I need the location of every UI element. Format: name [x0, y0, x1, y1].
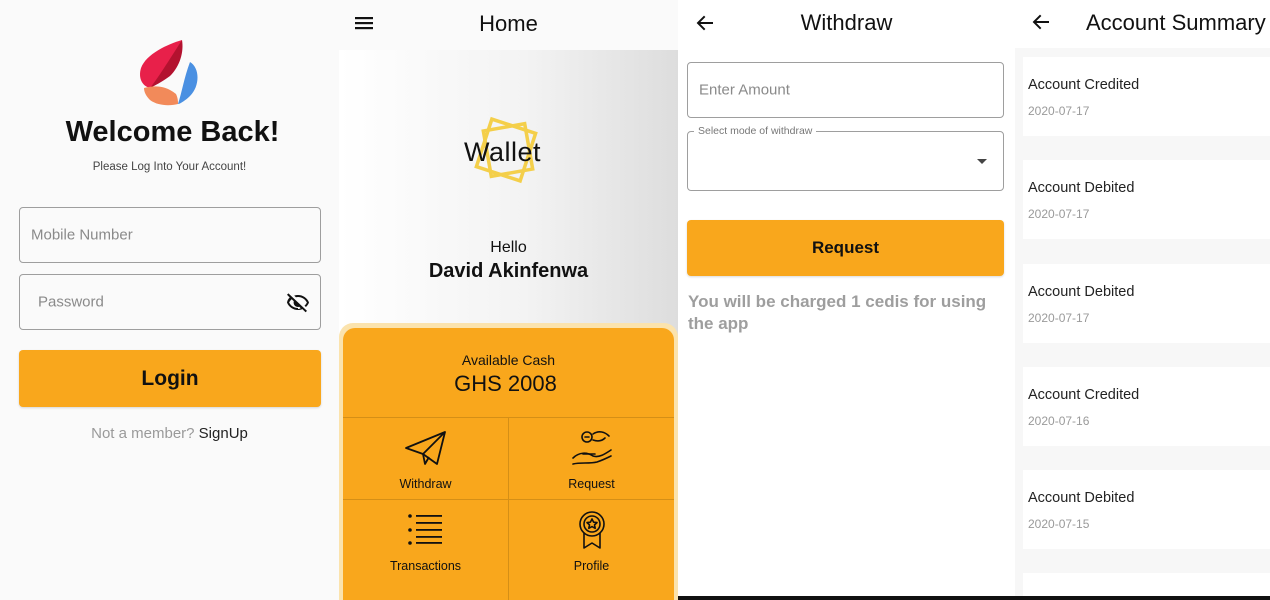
list-item[interactable] [1023, 573, 1270, 596]
page-title: Account Summary [1086, 10, 1266, 35]
withdraw-screen: Withdraw Enter Amount Select mode of wit… [678, 0, 1015, 600]
visibility-off-icon[interactable] [286, 291, 310, 315]
charge-notice: You will be charged 1 cedis for using th… [688, 292, 987, 333]
wallet-logo-text: Wallet [464, 137, 542, 167]
entry-date: 2020-07-17 [1028, 311, 1090, 325]
login-subtitle: Please Log Into Your Account! [92, 161, 247, 173]
profile-tile[interactable]: Profile [509, 502, 674, 582]
page-title: Withdraw [800, 10, 893, 35]
transactions-tile[interactable]: Transactions [343, 502, 508, 582]
list-item[interactable]: Account Debited 2020-07-17 [1023, 160, 1270, 239]
signup-link[interactable]: SignUp [199, 425, 248, 442]
dropdown-caret-icon[interactable] [977, 159, 987, 164]
paper-plane-icon [404, 431, 446, 465]
profile-label: Profile [573, 559, 610, 573]
entry-date: 2020-07-17 [1028, 104, 1090, 118]
page-title: Home [479, 11, 538, 36]
request-tile[interactable]: Request [509, 420, 674, 500]
withdraw-mode-select[interactable]: Select mode of withdraw [687, 125, 1004, 191]
entry-title: Account Debited [1028, 284, 1135, 300]
not-member-text: Not a member? [91, 425, 195, 442]
request-label: Request [568, 477, 615, 491]
amount-input[interactable]: Enter Amount [687, 62, 1004, 118]
home-screen: Wallet Hello David Akinfenwa Home Availa… [339, 0, 678, 600]
app-logo-icon [140, 40, 198, 106]
account-summary-screen: Account Summary Account Credited 2020-07… [1015, 0, 1270, 600]
amount-placeholder: Enter Amount [699, 81, 790, 99]
summary-app-bar: Account Summary [1015, 0, 1270, 48]
mobile-number-placeholder: Mobile Number [31, 226, 133, 244]
withdraw-mode-label: Select mode of withdraw [694, 125, 817, 137]
mobile-number-field[interactable]: Mobile Number [19, 207, 321, 263]
withdraw-label: Withdraw [399, 477, 452, 491]
entry-date: 2020-07-17 [1028, 207, 1090, 221]
password-placeholder: Password [38, 293, 104, 311]
home-hero: Wallet Hello David Akinfenwa [339, 50, 678, 340]
withdraw-tile[interactable]: Withdraw [343, 420, 508, 500]
entry-title: Account Debited [1028, 180, 1135, 196]
list-item[interactable]: Account Credited 2020-07-16 [1023, 367, 1270, 446]
back-arrow-icon[interactable] [1032, 13, 1050, 31]
entry-title: Account Credited [1028, 387, 1140, 403]
entry-title: Account Credited [1028, 77, 1140, 93]
wallet-card: Available Cash GHS 2008 Withdraw Request… [343, 328, 674, 600]
login-screen: Welcome Back! Please Log Into Your Accou… [0, 0, 339, 600]
transactions-label: Transactions [389, 559, 462, 573]
bottom-bar [1015, 596, 1270, 600]
bottom-bar [678, 596, 1015, 600]
login-button[interactable]: Login [19, 350, 321, 407]
award-badge-icon [578, 511, 605, 549]
signup-row: Not a member? SignUp [0, 425, 339, 442]
user-name: David Akinfenwa [428, 260, 589, 282]
greeting-text: Hello [490, 239, 527, 256]
list-item[interactable]: Account Debited 2020-07-15 [1023, 470, 1270, 549]
request-button[interactable]: Request [687, 220, 1004, 276]
home-app-bar: Home [339, 0, 678, 50]
password-field[interactable]: Password [19, 274, 321, 330]
list-item[interactable]: Account Credited 2020-07-17 [1023, 57, 1270, 136]
entry-date: 2020-07-16 [1028, 414, 1090, 428]
entry-title: Account Debited [1028, 490, 1135, 506]
entry-date: 2020-07-15 [1028, 517, 1090, 531]
available-cash-label: Available Cash [461, 352, 556, 368]
hand-coin-icon [571, 431, 612, 465]
list-item[interactable]: Account Debited 2020-07-17 [1023, 264, 1270, 343]
available-cash-value: GHS 2008 [454, 371, 557, 396]
welcome-heading: Welcome Back! [65, 116, 280, 148]
list-icon [407, 514, 442, 545]
